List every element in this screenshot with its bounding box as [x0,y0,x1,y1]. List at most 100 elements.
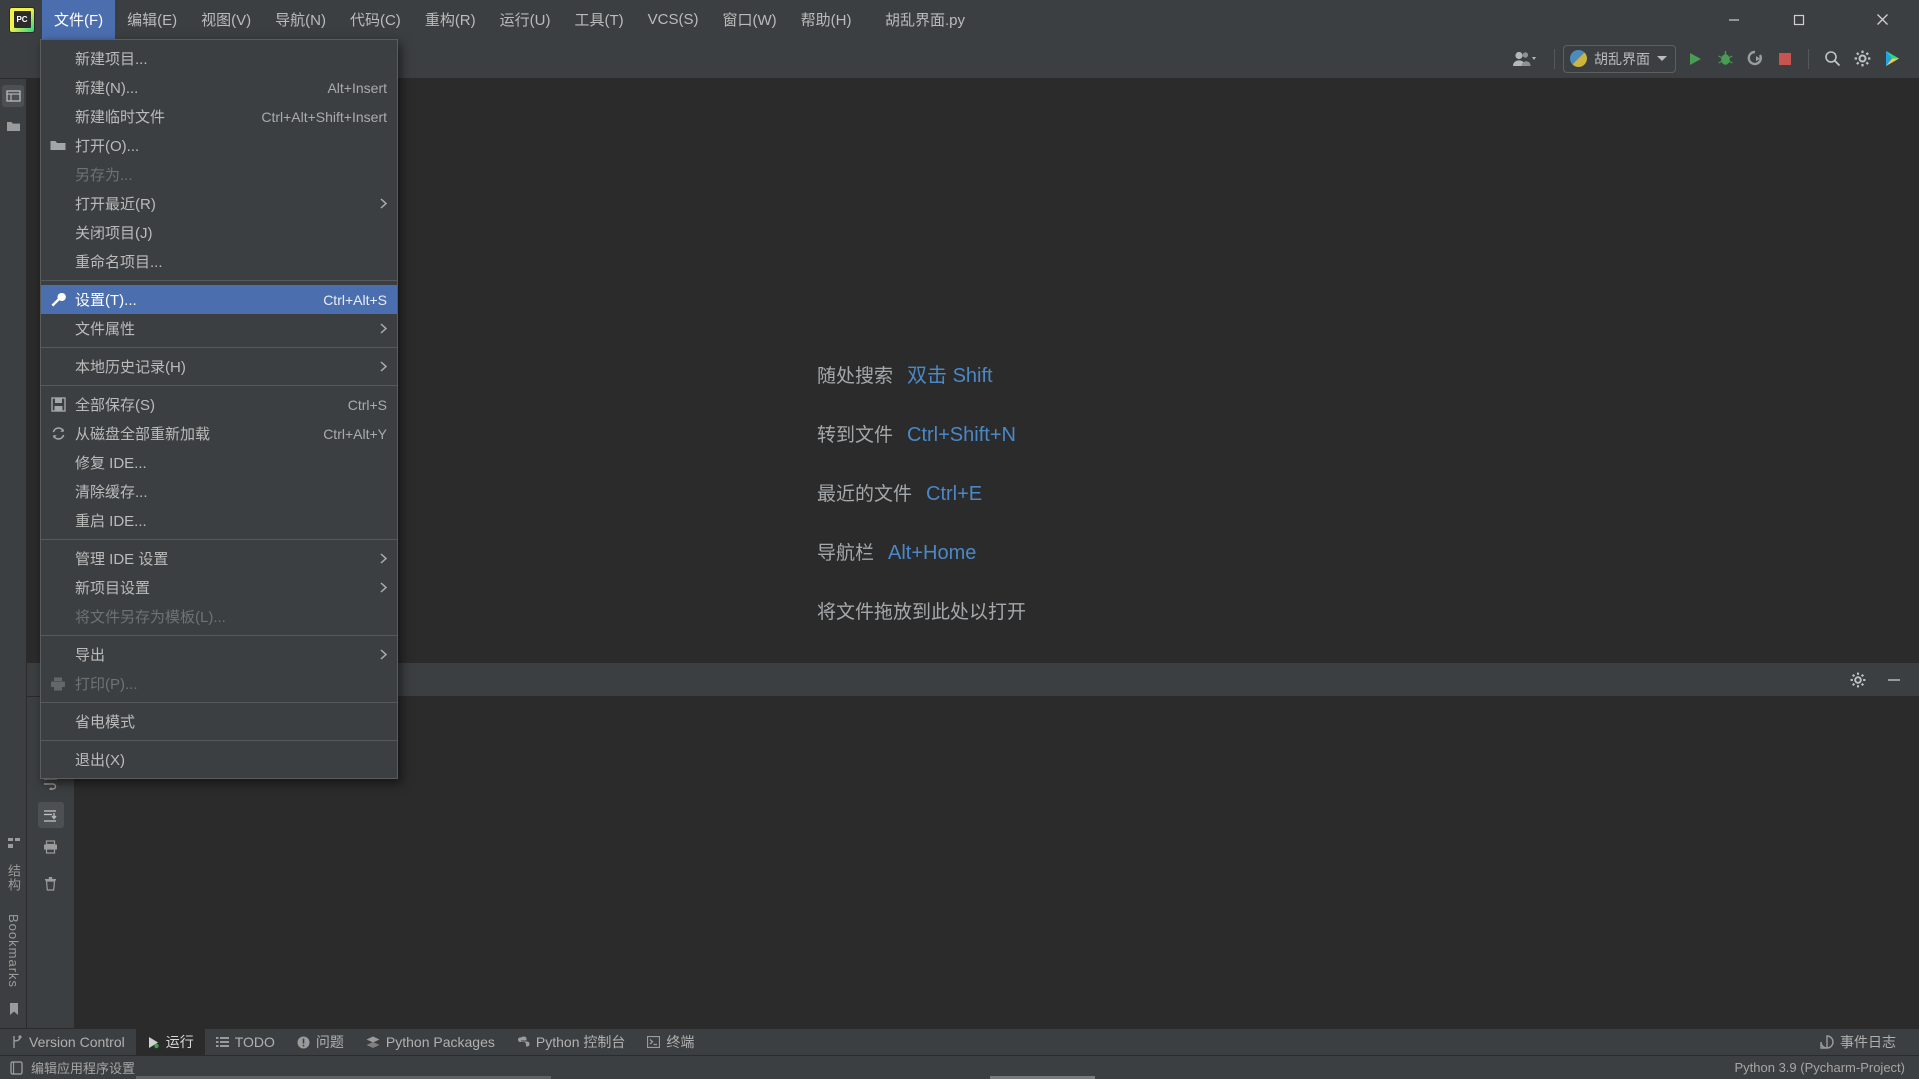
menu-item-将文件另存为模板L: 将文件另存为模板(L)... [41,602,397,631]
event-log-icon [1820,1035,1834,1049]
menu-item-label: 新建项目... [75,51,148,68]
menu-item-设置T[interactable]: 设置(T)... Ctrl+Alt+S [41,285,397,314]
python-icon [1570,50,1587,67]
menu-item-退出X[interactable]: 退出(X) [41,745,397,774]
updates-icon[interactable] [1877,44,1907,74]
scroll-to-end-icon[interactable] [37,802,64,828]
menu-separator [41,740,397,741]
menu-item-清除缓存[interactable]: 清除缓存... [41,477,397,506]
menubar-item-7[interactable]: 工具(T) [562,0,635,39]
menu-item-新项目设置[interactable]: 新项目设置 [41,573,397,602]
menubar-item-5[interactable]: 重构(R) [413,0,488,39]
menubar-item-8[interactable]: VCS(S) [636,0,711,39]
bottom-tab-5[interactable]: Python 控制台 [506,1029,636,1056]
bookmark-icon[interactable] [3,998,25,1020]
ide-settings-icon [10,1060,23,1075]
menu-separator [41,280,397,281]
close-button[interactable] [1855,0,1909,39]
bottom-tab-4[interactable]: Python Packages [355,1029,506,1056]
menubar-item-2[interactable]: 视图(V) [189,0,263,39]
menu-item-导出[interactable]: 导出 [41,640,397,669]
menubar-item-0[interactable]: 文件(F) [42,0,116,39]
sidebar-item-commit[interactable] [2,115,24,137]
menu-item-打开O[interactable]: 打开(O)... [41,131,397,160]
interpreter-status[interactable]: Python 3.9 (Pycharm-Project) [1734,1060,1919,1075]
settings-gear-icon[interactable] [1847,44,1877,74]
search-everywhere-icon[interactable] [1817,44,1847,74]
hide-tool-window-icon[interactable] [1883,669,1905,691]
print-icon[interactable] [38,834,64,860]
event-log-label: 事件日志 [1840,1034,1896,1050]
menu-item-管理IDE设置[interactable]: 管理 IDE 设置 [41,544,397,573]
menu-item-新建N[interactable]: 新建(N)... Alt+Insert [41,73,397,102]
menu-item-shortcut: Ctrl+Alt+Shift+Insert [261,108,387,125]
run-configuration-selector[interactable]: 胡乱界面 [1563,44,1676,73]
settings-icon[interactable] [1847,669,1869,691]
menu-item-重启IDE[interactable]: 重启 IDE... [41,506,397,535]
menu-item-label: 本地历史记录(H) [75,359,186,376]
menu-item-文件属性[interactable]: 文件属性 [41,314,397,343]
welcome-hint-row: 最近的文件 Ctrl+E [817,479,1026,506]
welcome-hints: 随处搜索 双击 Shift 转到文件 Ctrl+Shift+N 最近的文件 Ctrl+E 导… [817,359,1026,624]
bottom-tab-0[interactable]: Version Control [0,1029,136,1056]
welcome-hint-shortcut: Alt+Home [888,542,977,564]
chevron-right-icon [380,361,387,372]
debug-button[interactable] [1710,44,1740,74]
menu-item-label: 新项目设置 [75,580,151,597]
menu-item-新建临时文件[interactable]: 新建临时文件 Ctrl+Alt+Shift+Insert [41,102,397,131]
event-log-button[interactable]: 事件日志 [1809,1029,1919,1056]
menu-item-另存为: 另存为... [41,160,397,189]
menu-item-全部保存S[interactable]: 全部保存(S) Ctrl+S [41,390,397,419]
welcome-hint-shortcut: Ctrl+Shift+N [907,424,1016,446]
sidebar-item-bookmarks-label[interactable]: Bookmarks [6,914,21,988]
menubar-item-10[interactable]: 帮助(H) [789,0,864,39]
menubar-item-6[interactable]: 运行(U) [488,0,563,39]
menu-item-省电模式[interactable]: 省电模式 [41,707,397,736]
menubar-item-1[interactable]: 编辑(E) [115,0,189,39]
menubar-item-3[interactable]: 导航(N) [263,0,338,39]
sidebar-item-project[interactable] [2,85,24,107]
terminal-icon [647,1036,661,1048]
bottom-tab-3[interactable]: 问题 [286,1029,355,1056]
run-button[interactable] [1680,44,1710,74]
menu-item-label: 打开(O)... [75,138,140,155]
menu-separator [41,385,397,386]
bottom-tab-6[interactable]: 终端 [636,1029,705,1056]
stop-button[interactable] [1770,44,1800,74]
clear-all-icon[interactable] [38,870,64,896]
bottom-tab-2[interactable]: TODO [205,1029,286,1056]
sidebar-item-structure-icon[interactable] [3,832,25,854]
chevron-right-icon [380,323,387,334]
account-icon[interactable] [1504,44,1546,74]
minimize-button[interactable] [1707,0,1761,39]
maximize-button[interactable] [1772,0,1826,39]
menubar-item-9[interactable]: 窗口(W) [710,0,788,39]
menu-item-从磁盘全部重新加载[interactable]: 从磁盘全部重新加载 Ctrl+Alt+Y [41,419,397,448]
wrench-icon [41,292,75,308]
bottom-tab-1[interactable]: 运行 [135,1028,205,1056]
menu-item-shortcut: Alt+Insert [327,79,387,96]
chevron-down-icon [1657,56,1667,61]
run-with-coverage-button[interactable] [1740,44,1770,74]
folder-icon [41,139,75,152]
menu-item-重命名项目[interactable]: 重命名项目... [41,247,397,276]
file-menu-dropdown: 新建项目... 新建(N)... Alt+Insert 新建临时文件 Ctrl+Alt+… [40,39,398,779]
menu-item-修复IDE[interactable]: 修复 IDE... [41,448,397,477]
run-configuration-label: 胡乱界面 [1594,50,1650,67]
menu-item-label: 重命名项目... [75,254,163,271]
bottom-tab-label: 问题 [315,1034,344,1050]
menu-item-新建项目[interactable]: 新建项目... [41,44,397,73]
menu-separator [41,635,397,636]
menubar-item-4[interactable]: 代码(C) [338,0,413,39]
left-tool-strip: 结构 Bookmarks [0,79,27,1028]
toolbar-divider [1554,48,1555,69]
menu-item-打开最近R[interactable]: 打开最近(R) [41,189,397,218]
menu-item-label: 另存为... [75,167,133,184]
menu-item-shortcut: Ctrl+Alt+S [323,291,387,308]
vcs-branch-icon [11,1035,23,1049]
menu-item-本地历史记录H[interactable]: 本地历史记录(H) [41,352,397,381]
menu-item-关闭项目J[interactable]: 关闭项目(J) [41,218,397,247]
menu-item-label: 关闭项目(J) [75,225,153,242]
todo-list-icon [215,1036,229,1048]
sidebar-item-structure-label[interactable]: 结构 [4,864,23,892]
